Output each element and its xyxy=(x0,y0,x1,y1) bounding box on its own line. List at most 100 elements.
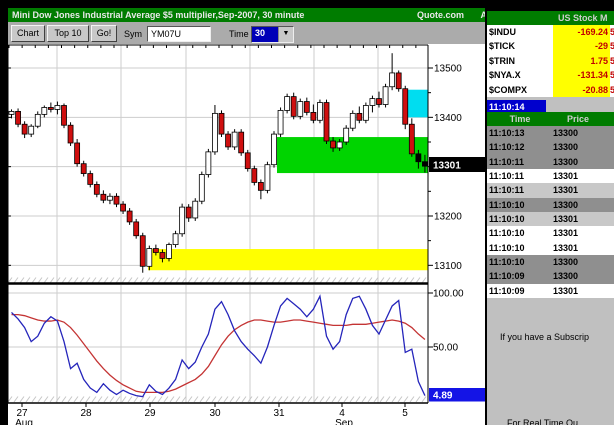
tape-row: 11:10:1113301 xyxy=(487,169,614,183)
tape-time: 11:10:10 xyxy=(487,241,549,255)
quote-clipped-cell: 5 xyxy=(610,54,614,68)
osc-value-label: 4.89 xyxy=(433,391,453,402)
tape-price: 13301 xyxy=(549,284,609,298)
timeframe-dropdown[interactable]: 30 ▼ xyxy=(251,26,294,43)
go-button[interactable]: Go! xyxy=(91,25,117,42)
tape-time: 11:10:10 xyxy=(487,255,549,269)
tape-price: 13300 xyxy=(549,155,609,169)
quote-symbol: $TICK xyxy=(487,39,553,53)
tape-price: 13301 xyxy=(549,241,609,255)
tape-time: 11:10:12 xyxy=(487,140,549,154)
osc-tick-label: 100.00 xyxy=(433,289,464,300)
quote-symbol: $INDU xyxy=(487,25,553,39)
timeframe-selected-value[interactable]: 30 xyxy=(252,27,278,42)
tape-row: 11:10:1013301 xyxy=(487,226,614,240)
tape-time: 11:10:11 xyxy=(487,155,549,169)
quote-clipped-cell: 5 xyxy=(610,25,614,39)
quote-row[interactable]: $NYA.X-131.345 xyxy=(487,68,614,82)
quote-panel-header-label: US Stock M xyxy=(558,13,608,23)
quote-row[interactable]: $TRIN1.755 xyxy=(487,54,614,68)
window-title: Mini Dow Jones Industrial Average $5 mul… xyxy=(12,8,304,22)
tape-price: 13300 xyxy=(549,269,609,283)
quote-row[interactable]: $TICK-295 xyxy=(487,39,614,53)
tape-price: 13300 xyxy=(549,255,609,269)
tape-time: 11:10:10 xyxy=(487,198,549,212)
quote-row[interactable]: $COMPX-20.885 xyxy=(487,83,614,97)
tape-row: 11:10:0913301 xyxy=(487,284,614,298)
tape-price: 13300 xyxy=(549,198,609,212)
quote-change: 1.75 xyxy=(553,54,610,68)
chart-button[interactable]: Chart xyxy=(11,25,45,42)
support-band-yellow xyxy=(148,249,428,270)
tape-row: 11:10:1013301 xyxy=(487,212,614,226)
quote-symbol: $TRIN xyxy=(487,54,553,68)
support-band-green xyxy=(277,137,428,173)
tape-price: 13301 xyxy=(549,169,609,183)
quote-clipped-cell: 5 xyxy=(610,39,614,53)
tape-row: 11:10:1013301 xyxy=(487,241,614,255)
tape-col-time: Time xyxy=(487,112,553,126)
tape-row: 11:10:1013300 xyxy=(487,198,614,212)
tape-price: 13300 xyxy=(549,140,609,154)
window-frame xyxy=(2,8,6,425)
top10-button[interactable]: Top 10 xyxy=(47,25,89,42)
tape-price: 13301 xyxy=(549,212,609,226)
symbol-input[interactable] xyxy=(147,26,211,42)
day-label: 28 xyxy=(80,408,92,419)
day-label: 5 xyxy=(402,408,408,419)
tape-row: 11:10:1313300 xyxy=(487,126,614,140)
tape-time: 11:10:13 xyxy=(487,126,549,140)
panel-top-strip xyxy=(487,0,614,11)
month-label: Sep xyxy=(335,418,353,425)
quote-clipped-cell: 5 xyxy=(610,83,614,97)
tape-price: 13301 xyxy=(549,226,609,240)
quote-change: -29 xyxy=(553,39,610,53)
tape-time: 11:10:11 xyxy=(487,169,549,183)
quote-change: -20.88 xyxy=(553,83,610,97)
price-chart-svg[interactable]: 13500134001320013100100.0050.00272829303… xyxy=(0,0,485,425)
tape-price: 13300 xyxy=(549,126,609,140)
day-label: 29 xyxy=(144,408,156,419)
tape-row: 11:10:0913300 xyxy=(487,269,614,283)
last-price-label: 13301 xyxy=(433,161,461,172)
tape-time: 11:10:10 xyxy=(487,226,549,240)
brand-label: Quote.com xyxy=(417,8,464,22)
price-tick-label: 13200 xyxy=(434,211,462,222)
tape-header: Time Price xyxy=(487,112,614,126)
quote-row[interactable]: $INDU-169.245 xyxy=(487,25,614,39)
tape-time: 11:10:10 xyxy=(487,212,549,226)
quote-symbol: $NYA.X xyxy=(487,68,553,82)
quote-change: -131.34 xyxy=(553,68,610,82)
timestamp-row: 11:10:14 xyxy=(487,97,614,111)
livecharts-screen: { "window": { "title": "Mini Dow Jones I… xyxy=(0,0,614,425)
tape-time: 11:10:09 xyxy=(487,284,549,298)
time-label: Time xyxy=(229,29,249,39)
quote-panel-header: US Stock M xyxy=(487,11,614,25)
sym-label: Sym xyxy=(124,29,142,39)
subscription-notice: If you have a Subscrip xyxy=(500,332,589,342)
quote-change: -169.24 xyxy=(553,25,610,39)
tape-row: 11:10:1213300 xyxy=(487,140,614,154)
day-label: 31 xyxy=(273,408,285,419)
tape-price: 13301 xyxy=(549,183,609,197)
time-and-sales-tape: 11:10:131330011:10:121330011:10:11133001… xyxy=(487,126,614,298)
realtime-notice-clipped: For Real Time Qu xyxy=(507,418,578,425)
tape-time: 11:10:09 xyxy=(487,269,549,283)
tape-time: 11:10:11 xyxy=(487,183,549,197)
tape-row: 11:10:1113301 xyxy=(487,183,614,197)
month-label: Aug xyxy=(15,418,33,425)
tape-row: 11:10:1013300 xyxy=(487,255,614,269)
quote-list: $INDU-169.245$TICK-295$TRIN1.755$NYA.X-1… xyxy=(487,25,614,97)
chevron-down-icon[interactable]: ▼ xyxy=(278,27,293,42)
quote-panel: US Stock M $INDU-169.245$TICK-295$TRIN1.… xyxy=(487,0,614,425)
quote-symbol: $COMPX xyxy=(487,83,553,97)
tape-row: 11:10:1113300 xyxy=(487,155,614,169)
window-titlebar: Mini Dow Jones Industrial Average $5 mul… xyxy=(8,8,490,22)
price-tick-label: 13500 xyxy=(434,64,462,75)
price-tick-label: 13100 xyxy=(434,261,462,272)
quote-clipped-cell: 5 xyxy=(610,68,614,82)
tape-col-price: Price xyxy=(553,112,603,126)
toolbar: Chart Top 10 Go! Sym Time 30 ▼ xyxy=(8,22,485,44)
day-label: 30 xyxy=(209,408,221,419)
price-tick-label: 13400 xyxy=(434,113,462,124)
